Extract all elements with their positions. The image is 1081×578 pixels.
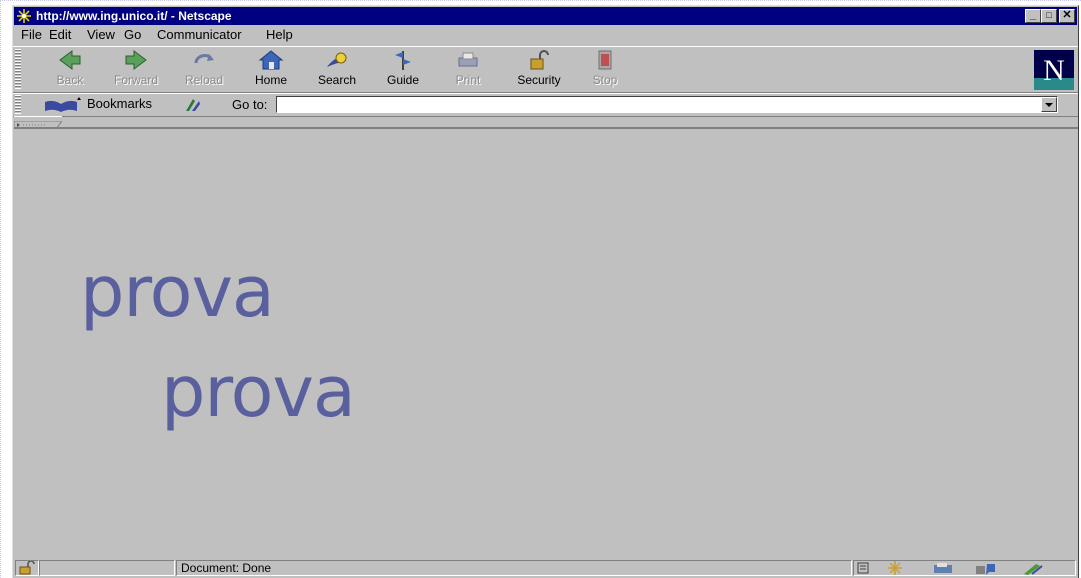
location-input[interactable] xyxy=(276,96,1058,113)
menu-go[interactable]: Go xyxy=(124,27,141,43)
padlock-status-icon xyxy=(19,560,35,575)
stop-label: Stop xyxy=(592,73,618,87)
bookmarks-button[interactable]: Bookmarks xyxy=(87,96,152,112)
maximize-button[interactable]: □ xyxy=(1041,9,1057,23)
search-label: Search xyxy=(317,73,357,87)
location-dropdown-button[interactable] xyxy=(1041,97,1057,112)
print-button[interactable]: Print xyxy=(442,49,494,89)
reload-label: Reload xyxy=(184,73,224,87)
status-text: Document: Done xyxy=(181,561,272,575)
home-label: Home xyxy=(254,73,287,87)
progress-cell xyxy=(39,560,175,576)
stop-icon xyxy=(598,50,612,70)
chevron-down-icon xyxy=(1045,103,1053,107)
reload-icon xyxy=(194,54,214,64)
svg-text:N: N xyxy=(1043,54,1065,87)
menu-file[interactable]: File xyxy=(21,27,42,43)
status-text-cell: Document: Done xyxy=(176,560,852,576)
forward-arrow-icon xyxy=(125,50,147,70)
stop-button[interactable]: Stop xyxy=(579,49,631,89)
netscape-n-logo-icon: N xyxy=(1034,54,1074,90)
browser-window: http://www.ing.unico.it/ - Netscape _ □ … xyxy=(12,5,1079,578)
goto-label: Go to: xyxy=(232,97,268,112)
guide-label: Guide xyxy=(386,73,420,87)
back-arrow-icon xyxy=(59,50,81,70)
search-icon xyxy=(327,52,347,67)
component-bar-icons xyxy=(857,561,1043,575)
padlock-icon xyxy=(530,50,549,70)
home-icon xyxy=(258,50,284,70)
back-label: Back xyxy=(56,73,84,87)
minimize-button[interactable]: _ xyxy=(1025,9,1041,23)
page-proxy-icon[interactable] xyxy=(183,96,203,113)
content-text-line-1: prova xyxy=(80,251,275,333)
printer-icon xyxy=(458,52,478,67)
bookmarks-icon xyxy=(45,97,81,112)
netscape-app-icon[interactable] xyxy=(16,8,32,24)
toolbar-grip-handle[interactable] xyxy=(15,49,21,89)
status-bar: Document: Done xyxy=(13,558,1078,578)
content-text-line-2: prova xyxy=(161,351,356,433)
menu-help[interactable]: Help xyxy=(266,27,293,43)
print-label: Print xyxy=(455,73,481,87)
location-grip-handle[interactable] xyxy=(15,95,21,114)
menu-bar: File Edit View Go Communicator Help xyxy=(13,26,1078,44)
security-label: Security xyxy=(517,73,561,87)
forward-label: Forward xyxy=(113,73,158,87)
menu-view[interactable]: View xyxy=(87,27,115,43)
forward-button[interactable]: Forward xyxy=(110,49,162,89)
guide-button[interactable]: Guide xyxy=(377,49,429,89)
location-toolbar: Bookmarks Go to: xyxy=(13,93,1078,117)
reload-button[interactable]: Reload xyxy=(178,49,230,89)
title-bar[interactable]: http://www.ing.unico.it/ - Netscape _ □ … xyxy=(14,7,1077,25)
guide-icon xyxy=(395,51,411,70)
netscape-throbber-logo[interactable]: N xyxy=(1034,50,1074,90)
menu-communicator[interactable]: Communicator xyxy=(157,27,242,43)
home-button[interactable]: Home xyxy=(245,49,297,89)
navigation-toolbar: Back Forward Reload Home Search Guide Pr… xyxy=(13,46,1078,93)
page-content-area[interactable]: prova prova xyxy=(14,127,1078,562)
security-status-cell[interactable] xyxy=(15,560,39,576)
back-button[interactable]: Back xyxy=(44,49,96,89)
menu-edit[interactable]: Edit xyxy=(49,27,71,43)
close-button[interactable]: ✕ xyxy=(1059,9,1075,23)
window-title: http://www.ing.unico.it/ - Netscape xyxy=(36,9,232,23)
toolbar-collapse-tab[interactable] xyxy=(13,116,63,130)
search-button[interactable]: Search xyxy=(311,49,363,89)
security-button[interactable]: Security xyxy=(513,49,565,89)
component-bar xyxy=(853,560,1076,576)
